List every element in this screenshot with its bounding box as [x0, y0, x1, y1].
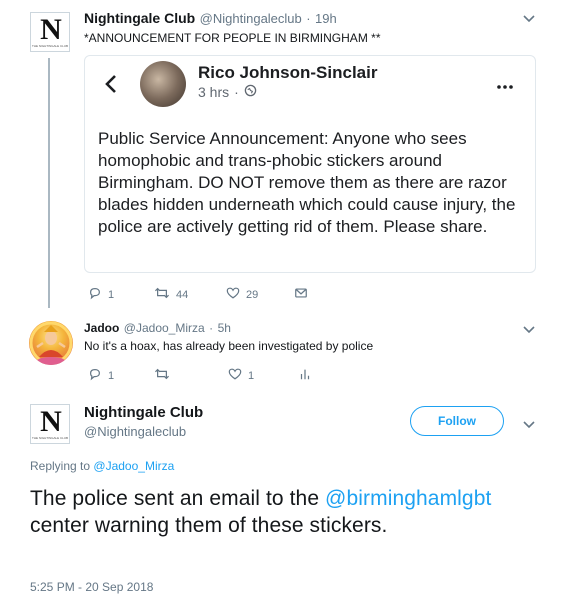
like-count: 29: [246, 288, 259, 301]
chevron-down-icon[interactable]: [523, 416, 535, 432]
reply-icon: [88, 286, 102, 303]
reply-count: 1: [108, 288, 115, 301]
tweet3-text: The police sent an email to the @birming…: [30, 485, 540, 539]
card-time: 3 hrs: [198, 84, 230, 100]
tweet1-text: *ANNOUNCEMENT FOR PEOPLE IN BIRMINGHAM *…: [84, 31, 381, 45]
analytics-button[interactable]: [298, 367, 312, 384]
embedded-post-card[interactable]: Rico Johnson-Sinclair 3 hrs · Public Ser…: [84, 55, 536, 273]
logo-tiny-text: THE NIGHTINGALE CLUB: [31, 44, 68, 48]
replying-to: Replying to @Jadoo_Mirza: [30, 459, 174, 473]
thread-line: [48, 58, 50, 308]
logo-mark: N: [40, 405, 62, 438]
tweet2-dot: ·: [209, 321, 214, 335]
tweet3-timestamp[interactable]: 5:25 PM - 20 Sep 2018: [30, 580, 153, 594]
back-arrow-icon[interactable]: [105, 74, 117, 99]
nightingale-avatar-1[interactable]: N THE NIGHTINGALE CLUB: [30, 12, 70, 52]
retweet-button[interactable]: 44: [154, 286, 226, 303]
like-count: 1: [248, 369, 255, 382]
reply-count: 1: [108, 369, 115, 382]
tweet1-header: Nightingale Club @Nightingaleclub · 19h: [84, 10, 337, 28]
jadoo-avatar[interactable]: [29, 321, 73, 365]
tweet1-handle[interactable]: @Nightingaleclub: [200, 11, 302, 26]
tweet3-text-before: The police sent an email to the: [30, 487, 326, 510]
tweet2-header: Jadoo @Jadoo_Mirza · 5h: [84, 319, 231, 337]
chevron-down-icon[interactable]: [523, 321, 535, 337]
dm-button[interactable]: [294, 286, 308, 303]
dm-icon: [294, 286, 308, 303]
like-icon: [226, 286, 240, 303]
tweet2-time[interactable]: 5h: [218, 321, 231, 335]
follow-button[interactable]: Follow: [410, 406, 504, 436]
tweet1-dot: ·: [306, 11, 311, 26]
analytics-icon: [298, 367, 312, 384]
retweet-icon: [154, 367, 170, 384]
tweet2-handle[interactable]: @Jadoo_Mirza: [124, 321, 205, 335]
mention-link[interactable]: @birminghamlgbt: [325, 487, 491, 510]
replying-to-link[interactable]: @Jadoo_Mirza: [93, 459, 174, 473]
tweet1-time[interactable]: 19h: [315, 11, 337, 26]
reply-icon: [88, 367, 102, 384]
retweet-button[interactable]: [154, 367, 228, 384]
tweet1-actions: 1 44 29: [88, 286, 328, 303]
tweet2-actions: 1 1: [88, 367, 328, 384]
card-author-avatar[interactable]: [140, 61, 186, 107]
card-author-name[interactable]: Rico Johnson-Sinclair: [198, 63, 377, 83]
like-button[interactable]: 29: [226, 286, 294, 303]
logo-mark: N: [40, 13, 62, 46]
reply-button[interactable]: 1: [88, 286, 154, 303]
tweet2-text: No it's a hoax, has already been investi…: [84, 339, 374, 353]
card-body-text: Public Service Announcement: Anyone who …: [98, 129, 516, 236]
globe-icon: [244, 84, 257, 100]
card-meta: 3 hrs ·: [198, 84, 257, 100]
logo-tiny-text: THE NIGHTINGALE CLUB: [31, 436, 68, 440]
tweet3-name[interactable]: Nightingale Club: [84, 404, 203, 421]
retweet-icon: [154, 286, 170, 303]
replying-prefix: Replying to: [30, 459, 91, 473]
like-button[interactable]: 1: [228, 367, 298, 384]
tweet3-handle[interactable]: @Nightingaleclub: [84, 424, 186, 439]
nightingale-avatar-2[interactable]: N THE NIGHTINGALE CLUB: [30, 404, 70, 444]
tweet1-name[interactable]: Nightingale Club: [84, 10, 195, 26]
tweet2-name[interactable]: Jadoo: [84, 321, 119, 335]
retweet-count: 44: [176, 288, 189, 301]
reply-button[interactable]: 1: [88, 367, 154, 384]
like-icon: [228, 367, 242, 384]
chevron-down-icon[interactable]: [523, 10, 535, 26]
card-dot: ·: [234, 84, 239, 100]
tweet3-text-after: center warning them of these stickers.: [30, 514, 388, 537]
more-icon[interactable]: [497, 76, 513, 94]
